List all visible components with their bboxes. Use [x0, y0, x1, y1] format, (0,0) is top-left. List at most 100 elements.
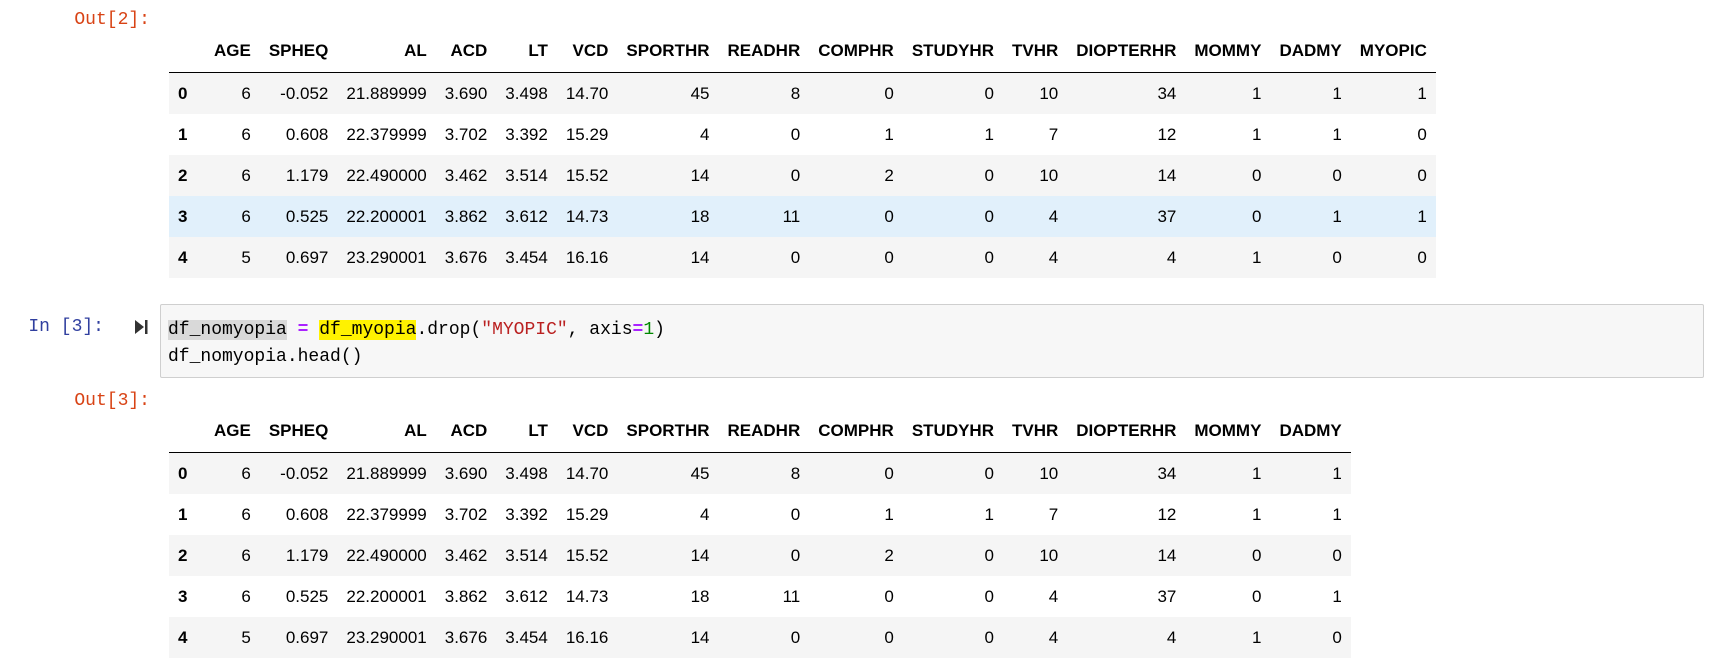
table-cell-age: 6	[205, 73, 260, 115]
table-cell-vcd: 15.29	[557, 114, 618, 155]
table-cell-spheq: 1.179	[260, 155, 338, 196]
table-header-row: AGESPHEQALACDLTVCDSPORTHRREADHRCOMPHRSTU…	[169, 409, 1351, 453]
table-cell-age: 6	[205, 196, 260, 237]
table-cell-comphr: 1	[809, 494, 903, 535]
dataframe-table-2: AGESPHEQALACDLTVCDSPORTHRREADHRCOMPHRSTU…	[169, 409, 1351, 658]
table-cell-tvhr: 4	[1003, 617, 1067, 658]
table-cell-studyhr: 1	[903, 494, 1003, 535]
table-cell-dadmy: 1	[1270, 576, 1350, 617]
table-row: 360.52522.2000013.8623.61214.73181100437…	[169, 196, 1436, 237]
table-cell-diopterhr: 37	[1067, 576, 1185, 617]
table-cell-acd: 3.702	[436, 494, 497, 535]
table-cell-comphr: 0	[809, 196, 903, 237]
column-header-spheq: SPHEQ	[260, 409, 338, 453]
row-index: 2	[169, 535, 205, 576]
table-cell-lt: 3.498	[496, 73, 557, 115]
table-cell-spheq: 0.525	[260, 576, 338, 617]
table-cell-lt: 3.612	[496, 196, 557, 237]
table-cell-al: 22.200001	[337, 196, 435, 237]
table-cell-comphr: 0	[809, 617, 903, 658]
table-cell-lt: 3.514	[496, 535, 557, 576]
table-cell-mommy: 0	[1185, 196, 1270, 237]
table-cell-spheq: -0.052	[260, 453, 338, 495]
table-cell-mommy: 0	[1185, 535, 1270, 576]
table-cell-vcd: 16.16	[557, 237, 618, 278]
code-line-2: df_nomyopia.head()	[168, 344, 1703, 371]
table-cell-studyhr: 0	[903, 237, 1003, 278]
table-cell-dadmy: 0	[1270, 535, 1350, 576]
table-cell-diopterhr: 37	[1067, 196, 1185, 237]
table-cell-dadmy: 1	[1270, 453, 1350, 495]
table-cell-comphr: 0	[809, 237, 903, 278]
table-cell-comphr: 0	[809, 73, 903, 115]
column-header-lt: LT	[496, 29, 557, 73]
table-cell-vcd: 14.70	[557, 73, 618, 115]
table-cell-vcd: 14.73	[557, 196, 618, 237]
table-cell-studyhr: 0	[903, 73, 1003, 115]
table-cell-readhr: 8	[719, 453, 810, 495]
table-cell-myopic: 0	[1351, 155, 1436, 196]
table-cell-diopterhr: 12	[1067, 114, 1185, 155]
code-cell-input[interactable]: df_nomyopia = df_myopia.drop("MYOPIC", a…	[160, 304, 1704, 378]
table-cell-sporthr: 14	[617, 237, 718, 278]
table-cell-dadmy: 1	[1270, 494, 1350, 535]
table-cell-studyhr: 0	[903, 453, 1003, 495]
table-cell-al: 22.379999	[337, 114, 435, 155]
table-cell-diopterhr: 14	[1067, 535, 1185, 576]
table-cell-age: 5	[205, 237, 260, 278]
in-prompt-3: In [3]:	[0, 317, 104, 337]
table-cell-sporthr: 45	[617, 453, 718, 495]
column-header-studyhr: STUDYHR	[903, 409, 1003, 453]
column-header-vcd: VCD	[557, 29, 618, 73]
table-cell-dadmy: 1	[1270, 196, 1350, 237]
table-cell-sporthr: 4	[617, 494, 718, 535]
column-header-sporthr: SPORTHR	[617, 29, 718, 73]
table-cell-lt: 3.454	[496, 237, 557, 278]
table-cell-diopterhr: 4	[1067, 237, 1185, 278]
table-cell-age: 6	[205, 576, 260, 617]
table-cell-mommy: 1	[1185, 237, 1270, 278]
table-cell-readhr: 0	[719, 617, 810, 658]
table-cell-spheq: 0.525	[260, 196, 338, 237]
dataframe-table-1: AGESPHEQALACDLTVCDSPORTHRREADHRCOMPHRSTU…	[169, 29, 1436, 278]
table-cell-mommy: 1	[1185, 114, 1270, 155]
code-token-kwarg: , axis	[568, 320, 633, 340]
table-cell-sporthr: 14	[617, 535, 718, 576]
table-header-row: AGESPHEQALACDLTVCDSPORTHRREADHRCOMPHRSTU…	[169, 29, 1436, 73]
column-header-acd: ACD	[436, 29, 497, 73]
column-header-readhr: READHR	[719, 409, 810, 453]
table-cell-comphr: 2	[809, 155, 903, 196]
code-token-equals: =	[633, 320, 644, 340]
table-cell-tvhr: 10	[1003, 155, 1067, 196]
table-cell-tvhr: 7	[1003, 494, 1067, 535]
table-cell-tvhr: 7	[1003, 114, 1067, 155]
column-header-comphr: COMPHR	[809, 29, 903, 73]
table-cell-myopic: 1	[1351, 73, 1436, 115]
table-cell-lt: 3.498	[496, 453, 557, 495]
table-cell-studyhr: 0	[903, 617, 1003, 658]
table-row: 06-0.05221.8899993.6903.49814.7045800103…	[169, 73, 1436, 115]
column-header-mommy: MOMMY	[1185, 409, 1270, 453]
table-cell-acd: 3.676	[436, 237, 497, 278]
column-header-sporthr: SPORTHR	[617, 409, 718, 453]
table-cell-diopterhr: 4	[1067, 617, 1185, 658]
column-header-myopic: MYOPIC	[1351, 29, 1436, 73]
table-cell-acd: 3.462	[436, 535, 497, 576]
table-cell-lt: 3.514	[496, 155, 557, 196]
code-token-number: 1	[643, 320, 654, 340]
code-token-string: "MYOPIC"	[481, 320, 567, 340]
table-row: 450.69723.2900013.6763.45416.16140004410	[169, 617, 1351, 658]
table-cell-lt: 3.454	[496, 617, 557, 658]
code-token-close: )	[654, 320, 665, 340]
row-index: 3	[169, 196, 205, 237]
table-cell-vcd: 14.70	[557, 453, 618, 495]
column-header-diopterhr: DIOPTERHR	[1067, 29, 1185, 73]
table-cell-al: 21.889999	[337, 453, 435, 495]
table-cell-acd: 3.862	[436, 576, 497, 617]
table-cell-al: 21.889999	[337, 73, 435, 115]
table-cell-lt: 3.392	[496, 494, 557, 535]
table-cell-tvhr: 10	[1003, 453, 1067, 495]
table-row: 450.69723.2900013.6763.45416.16140004410…	[169, 237, 1436, 278]
table-cell-studyhr: 1	[903, 114, 1003, 155]
run-cell-icon[interactable]	[134, 318, 148, 336]
